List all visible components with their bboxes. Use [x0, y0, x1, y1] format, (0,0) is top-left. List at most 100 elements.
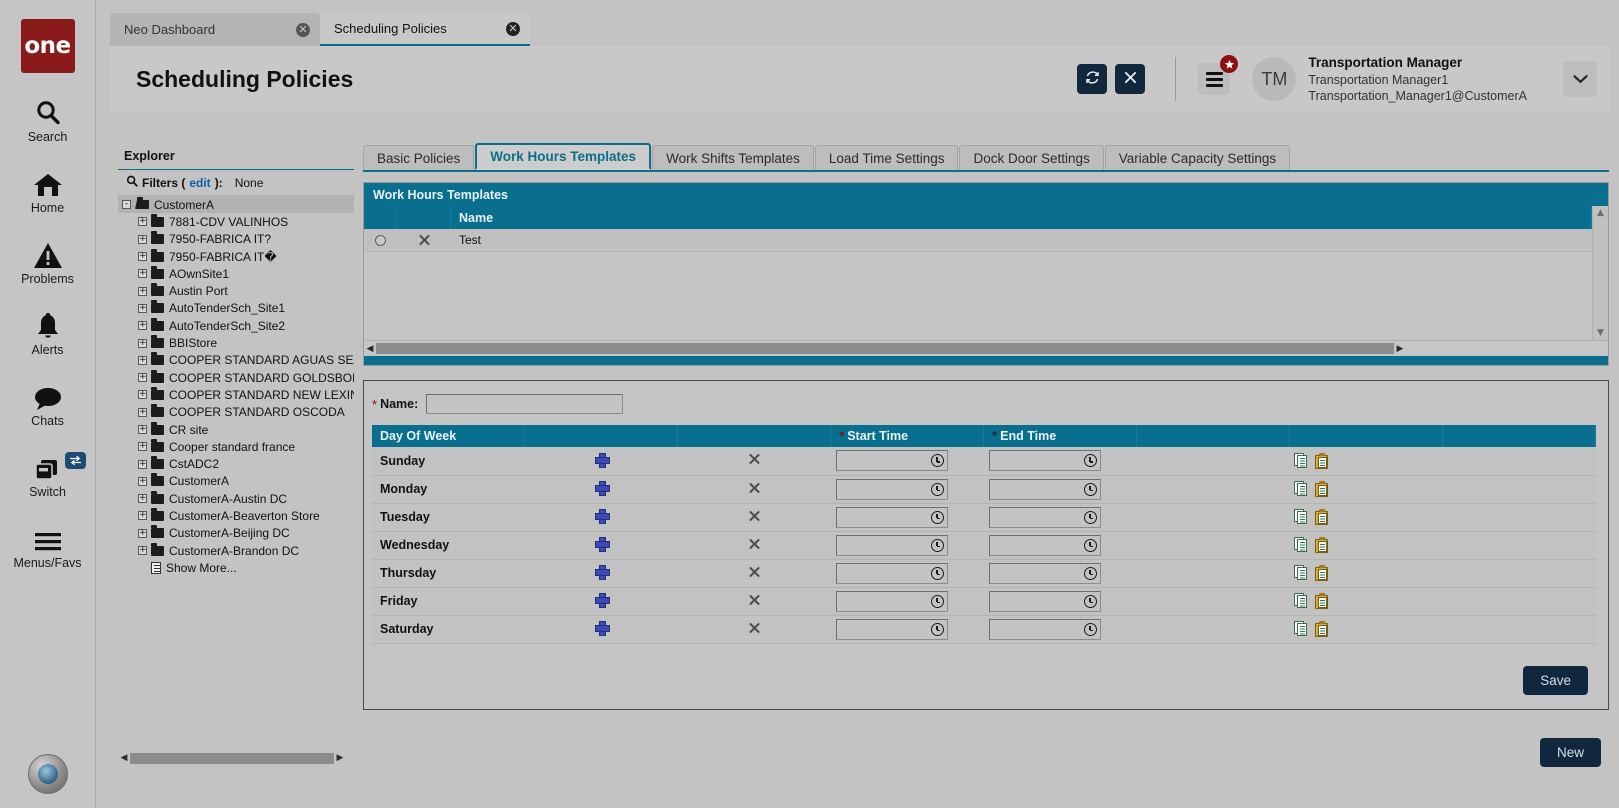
expand-toggle-icon[interactable]: + — [138, 511, 147, 520]
explorer-tree[interactable]: -CustomerA+7881-CDV VALINHOS+7950-FABRIC… — [118, 195, 354, 771]
app-logo[interactable]: one — [21, 19, 75, 73]
tree-item[interactable]: +AOwnSite1 — [118, 265, 354, 282]
expand-toggle-icon[interactable]: + — [138, 390, 147, 399]
start-time-input[interactable] — [837, 594, 928, 608]
copy-icon[interactable] — [1294, 565, 1309, 581]
delete-x-icon[interactable] — [748, 622, 760, 634]
expand-toggle-icon[interactable]: + — [138, 408, 147, 417]
table-row[interactable]: Monday — [372, 475, 1596, 503]
delete-x-icon[interactable] — [748, 538, 760, 550]
new-button[interactable]: New — [1540, 738, 1601, 767]
start-time-field[interactable] — [836, 591, 948, 612]
table-row[interactable]: Saturday — [372, 615, 1596, 643]
end-time-input[interactable] — [990, 454, 1081, 468]
start-time-input[interactable] — [837, 538, 928, 552]
scroll-right-arrow-icon[interactable]: ▶ — [1394, 342, 1406, 356]
name-input[interactable] — [426, 394, 623, 414]
cell-start-time[interactable] — [831, 531, 984, 559]
cell-row-actions[interactable] — [1290, 615, 1443, 643]
tree-item[interactable]: +7950-FABRICA IT? — [118, 231, 354, 248]
clock-icon[interactable] — [1081, 536, 1100, 555]
end-time-input[interactable] — [990, 622, 1081, 636]
start-time-field[interactable] — [836, 479, 948, 500]
cell-row-actions[interactable] — [1290, 503, 1443, 531]
scrollbar-thumb[interactable] — [130, 753, 334, 764]
end-time-field[interactable] — [989, 535, 1101, 556]
tree-item[interactable]: +Cooper standard france — [118, 438, 354, 455]
cell-end-time[interactable] — [984, 615, 1137, 643]
cell-add[interactable] — [525, 587, 678, 615]
end-time-input[interactable] — [990, 566, 1081, 580]
end-time-input[interactable] — [990, 594, 1081, 608]
save-button[interactable]: Save — [1523, 666, 1588, 695]
tree-item[interactable]: -CustomerA — [118, 196, 354, 213]
expand-toggle-icon[interactable]: + — [138, 287, 147, 296]
explorer-filters-bar[interactable]: Filters ( edit ): None — [118, 170, 354, 195]
expand-toggle-icon[interactable]: + — [138, 356, 147, 365]
copy-icon[interactable] — [1294, 453, 1309, 469]
add-plus-icon[interactable] — [595, 565, 608, 578]
expand-toggle-icon[interactable]: + — [138, 304, 147, 313]
tab-load-time-settings[interactable]: Load Time Settings — [815, 145, 959, 170]
clock-icon[interactable] — [1081, 480, 1100, 499]
tab-basic-policies[interactable]: Basic Policies — [363, 145, 474, 170]
expand-toggle-icon[interactable]: + — [138, 442, 147, 451]
expand-toggle-icon[interactable]: + — [138, 529, 147, 538]
cell-row-actions[interactable] — [1290, 587, 1443, 615]
expand-toggle-icon[interactable]: + — [138, 494, 147, 503]
close-page-button[interactable] — [1115, 64, 1145, 94]
end-time-field[interactable] — [989, 619, 1101, 640]
tree-item[interactable]: +CustomerA-Beaverton Store — [118, 507, 354, 524]
cell-add[interactable] — [525, 531, 678, 559]
clock-icon[interactable] — [928, 480, 947, 499]
table-row[interactable]: Sunday — [372, 447, 1596, 475]
cell-end-time[interactable] — [984, 587, 1137, 615]
close-icon[interactable]: ✕ — [296, 23, 310, 37]
end-time-input[interactable] — [990, 538, 1081, 552]
tree-item[interactable]: +AutoTenderSch_Site2 — [118, 317, 354, 334]
start-time-input[interactable] — [837, 622, 928, 636]
row-select-cell[interactable] — [364, 235, 396, 246]
clock-icon[interactable] — [1081, 592, 1100, 611]
cell-add[interactable] — [525, 503, 678, 531]
clock-icon[interactable] — [1081, 451, 1100, 470]
tree-item[interactable]: +CustomerA-Brandon DC — [118, 542, 354, 559]
copy-icon[interactable] — [1294, 537, 1309, 553]
end-time-field[interactable] — [989, 450, 1101, 471]
delete-x-icon[interactable] — [748, 510, 760, 522]
swap-arrows-icon[interactable] — [65, 452, 86, 469]
clock-icon[interactable] — [1081, 508, 1100, 527]
cell-end-time[interactable] — [984, 503, 1137, 531]
expand-toggle-icon[interactable]: + — [138, 339, 147, 348]
start-time-input[interactable] — [837, 482, 928, 496]
user-menu-button[interactable] — [1563, 61, 1597, 97]
cell-end-time[interactable] — [984, 559, 1137, 587]
rail-item-home[interactable]: Home — [0, 166, 96, 215]
radio-button-icon[interactable] — [375, 235, 386, 246]
tree-item[interactable]: +Austin Port — [118, 282, 354, 299]
expand-toggle-icon[interactable]: + — [138, 477, 147, 486]
expand-toggle-icon[interactable]: + — [138, 546, 147, 555]
clock-icon[interactable] — [928, 620, 947, 639]
cell-add[interactable] — [525, 475, 678, 503]
tree-item[interactable]: +COOPER STANDARD OSCODA — [118, 404, 354, 421]
cell-delete[interactable] — [678, 615, 831, 643]
tree-item[interactable]: +CustomerA — [118, 473, 354, 490]
cell-start-time[interactable] — [831, 587, 984, 615]
table-row[interactable]: Friday — [372, 587, 1596, 615]
expand-toggle-icon[interactable]: + — [138, 425, 147, 434]
paste-icon[interactable] — [1315, 509, 1330, 525]
start-time-field[interactable] — [836, 507, 948, 528]
start-time-field[interactable] — [836, 619, 948, 640]
start-time-field[interactable] — [836, 535, 948, 556]
scrollbar-thumb[interactable] — [376, 343, 1394, 354]
cell-delete[interactable] — [678, 503, 831, 531]
end-time-field[interactable] — [989, 563, 1101, 584]
paste-icon[interactable] — [1315, 593, 1330, 609]
tree-item[interactable]: +7881-CDV VALINHOS — [118, 213, 354, 230]
end-time-field[interactable] — [989, 479, 1101, 500]
end-time-field[interactable] — [989, 507, 1101, 528]
rail-item-problems[interactable]: Problems — [0, 237, 96, 286]
tree-item[interactable]: Show More... — [118, 559, 354, 576]
tree-item[interactable]: +COOPER STANDARD NEW LEXINGTON — [118, 386, 354, 403]
